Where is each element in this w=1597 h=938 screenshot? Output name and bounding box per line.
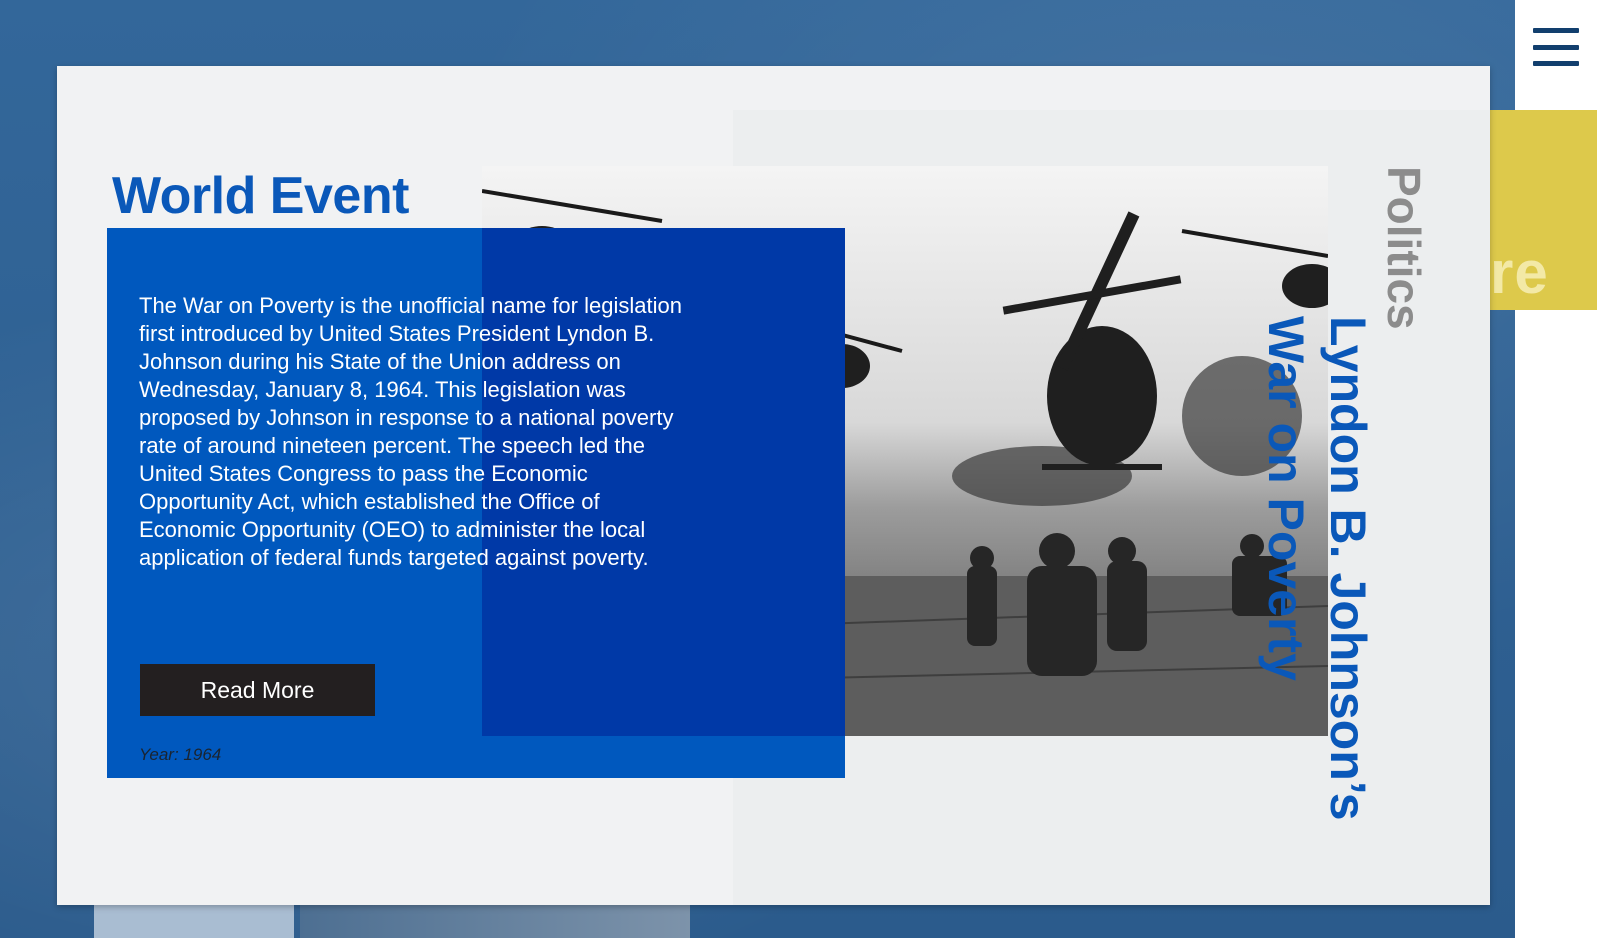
hamburger-menu-icon[interactable] [1533, 28, 1579, 66]
event-year: Year: 1964 [139, 745, 222, 764]
next-card-tab[interactable]: re [1490, 110, 1597, 310]
event-description: The War on Poverty is the unofficial nam… [139, 293, 682, 570]
headline-line-2: War on Poverty [1258, 316, 1314, 681]
page-title: World Event [112, 167, 409, 225]
category-label: Politics [1378, 166, 1430, 330]
read-more-button[interactable]: Read More [140, 664, 375, 716]
event-card: World Event The War on Poverty is the un… [57, 66, 1490, 905]
background-card-edge [300, 905, 690, 938]
background-card-edge [94, 905, 294, 938]
next-card-tab-text: re [1490, 239, 1549, 306]
headline-line-1: Lyndon B. Johnson’s [1320, 316, 1376, 821]
